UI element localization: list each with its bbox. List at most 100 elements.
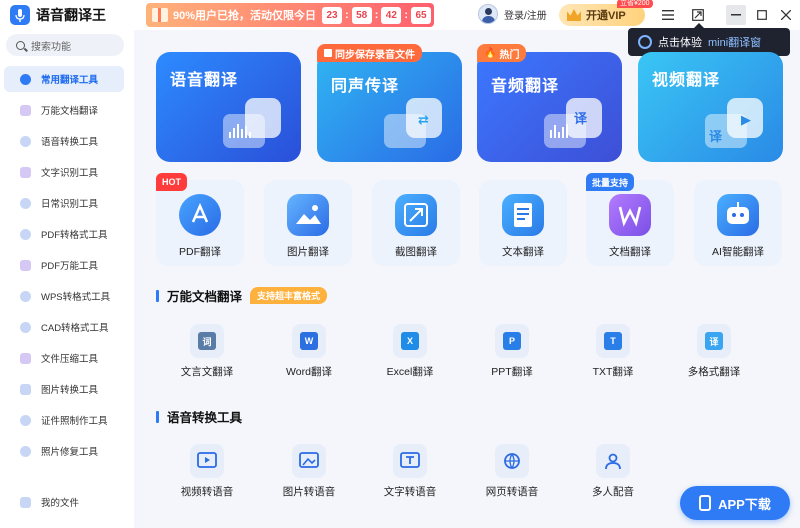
audio-wave-icon: 译 xyxy=(544,98,604,152)
app-logo: 语音翻译王 xyxy=(10,5,106,25)
card-document-translate[interactable]: 批量支持 文档翻译 xyxy=(586,173,674,266)
excel-icon: X xyxy=(393,324,427,358)
tool-text-to-speech[interactable]: 文字转语音 xyxy=(365,444,455,499)
translate-icon xyxy=(20,73,31,85)
video-to-speech-icon xyxy=(190,444,224,478)
menu-icon[interactable] xyxy=(658,5,678,25)
tool-web-to-speech[interactable]: 网页转语音 xyxy=(467,444,557,499)
sidebar-item-common[interactable]: 常用翻译工具 xyxy=(4,66,124,92)
sidebar-item-voice[interactable]: 语音转换工具 xyxy=(4,128,124,154)
card-image-translate[interactable]: 图片翻译 xyxy=(264,180,352,266)
tool-image-to-speech[interactable]: 图片转语音 xyxy=(264,444,354,499)
timer-minutes: 58 xyxy=(351,6,372,24)
lock-icon xyxy=(324,49,332,57)
crown-icon xyxy=(567,9,581,21)
id-photo-icon xyxy=(20,414,31,426)
main-content: 语音翻译 同步保存录音文件 同声传译 ⇄ 🔥 热门 音频翻译 译 视频翻译 译 ▶ … xyxy=(134,30,800,528)
sidebar-item-my-files[interactable]: 我的文件 xyxy=(4,489,124,515)
sidebar-item-id-photo[interactable]: 证件照制作工具 xyxy=(4,407,124,433)
fire-icon: 🔥 xyxy=(484,47,497,59)
sidebar-item-image[interactable]: 图片转换工具 xyxy=(4,376,124,402)
screenshot-icon xyxy=(395,194,437,236)
card-voice-translate[interactable]: 语音翻译 xyxy=(156,52,301,162)
avatar xyxy=(478,4,498,24)
tool-txt-translate[interactable]: T TXT翻译 xyxy=(568,324,658,379)
section-title-doc: 万能文档翻译 支持超丰富格式 xyxy=(156,286,328,305)
sidebar-item-ocr[interactable]: 文字识别工具 xyxy=(4,159,124,185)
tool-ppt-translate[interactable]: P PPT翻译 xyxy=(467,324,557,379)
close-icon[interactable] xyxy=(776,5,796,25)
card-video-translate[interactable]: 视频翻译 译 ▶ xyxy=(638,52,783,162)
vip-discount-badge: 立省¥200 xyxy=(617,0,653,8)
tool-excel-translate[interactable]: X Excel翻译 xyxy=(365,324,455,379)
card-audio-translate[interactable]: 🔥 热门 音频翻译 译 xyxy=(477,44,622,162)
timer-hours: 23 xyxy=(322,6,343,24)
pdf-icon xyxy=(179,194,221,236)
microphone-icon xyxy=(223,98,283,152)
voice-icon xyxy=(20,135,31,147)
login-button[interactable]: 登录/注册 xyxy=(478,4,547,24)
text-doc-icon xyxy=(502,194,544,236)
microphone-icon xyxy=(10,5,30,25)
sidebar-item-wps[interactable]: WPS转格式工具 xyxy=(4,283,124,309)
maximize-icon[interactable] xyxy=(752,5,772,25)
batch-support-badge: 批量支持 xyxy=(586,173,635,191)
cad-icon xyxy=(20,321,31,333)
tool-video-to-speech[interactable]: 视频转语音 xyxy=(162,444,252,499)
card-screenshot-translate[interactable]: 截图翻译 xyxy=(372,180,460,266)
mini-window-icon[interactable] xyxy=(688,5,708,25)
text-scan-icon xyxy=(20,166,31,178)
card-simultaneous[interactable]: 同步保存录音文件 同声传译 ⇄ xyxy=(317,44,462,162)
card-pdf-translate[interactable]: HOT PDF翻译 xyxy=(156,173,244,266)
search-input[interactable]: 搜索功能 xyxy=(6,34,124,56)
tool-multi-format[interactable]: 译 多格式翻译 xyxy=(669,324,759,379)
wps-icon xyxy=(20,290,31,302)
sidebar-item-doc[interactable]: 万能文档翻译 xyxy=(4,97,124,123)
timer-centiseconds: 65 xyxy=(411,6,432,24)
phone-icon xyxy=(699,495,712,511)
hot-badge: HOT xyxy=(156,173,187,191)
word-icon: W xyxy=(292,324,326,358)
compress-icon xyxy=(20,352,31,364)
sidebar-item-cad[interactable]: CAD转格式工具 xyxy=(4,314,124,340)
tool-multi-dubbing[interactable]: 多人配音 xyxy=(568,444,658,499)
promo-banner[interactable]: 90%用户已抢，活动仅限今日 23: 58: 42: 65 xyxy=(146,3,434,27)
people-icon xyxy=(596,444,630,478)
minimize-icon[interactable] xyxy=(726,5,746,25)
robot-icon xyxy=(717,194,759,236)
card-text-translate[interactable]: 文本翻译 xyxy=(479,180,567,266)
document-icon xyxy=(20,104,31,116)
tool-word-translate[interactable]: W Word翻译 xyxy=(264,324,354,379)
photo-repair-icon xyxy=(20,445,31,457)
pdf-convert-icon xyxy=(20,228,31,240)
exchange-icon: ⇄ xyxy=(384,98,444,152)
ppt-icon: P xyxy=(495,324,529,358)
classical-chinese-icon: 词 xyxy=(190,324,224,358)
app-title: 语音翻译王 xyxy=(36,7,106,23)
recognize-icon xyxy=(20,197,31,209)
image-icon xyxy=(20,383,31,395)
tool-classical-chinese[interactable]: 词 文言文翻译 xyxy=(162,324,252,379)
sidebar-item-pdf-tools[interactable]: PDF万能工具 xyxy=(4,252,124,278)
title-bar: 语音翻译王 90%用户已抢，活动仅限今日 23: 58: 42: 65 登录/注… xyxy=(0,0,800,30)
image-icon xyxy=(287,194,329,236)
login-label: 登录/注册 xyxy=(504,10,547,22)
format-support-badge: 支持超丰富格式 xyxy=(250,287,328,304)
countdown-timer: 23: 58: 42: 65 xyxy=(322,6,432,24)
sidebar-item-pdf-convert[interactable]: PDF转格式工具 xyxy=(4,221,124,247)
card-ai-translate[interactable]: AI智能翻译 xyxy=(694,180,782,266)
gift-icon xyxy=(152,8,168,22)
sidebar-item-compress[interactable]: 文件压缩工具 xyxy=(4,345,124,371)
multi-format-icon: 译 xyxy=(697,324,731,358)
section-title-voice: 语音转换工具 xyxy=(156,407,242,426)
sidebar-item-photo-repair[interactable]: 照片修复工具 xyxy=(4,438,124,464)
search-icon xyxy=(16,40,25,50)
folder-icon xyxy=(20,496,31,508)
globe-icon xyxy=(495,444,529,478)
text-to-speech-icon xyxy=(393,444,427,478)
app-download-button[interactable]: APP下载 xyxy=(680,486,790,520)
sidebar-item-daily[interactable]: 日常识别工具 xyxy=(4,190,124,216)
card-tag-save-recording: 同步保存录音文件 xyxy=(317,44,422,62)
video-icon: 译 ▶ xyxy=(705,98,765,152)
pdf-tools-icon xyxy=(20,259,31,271)
